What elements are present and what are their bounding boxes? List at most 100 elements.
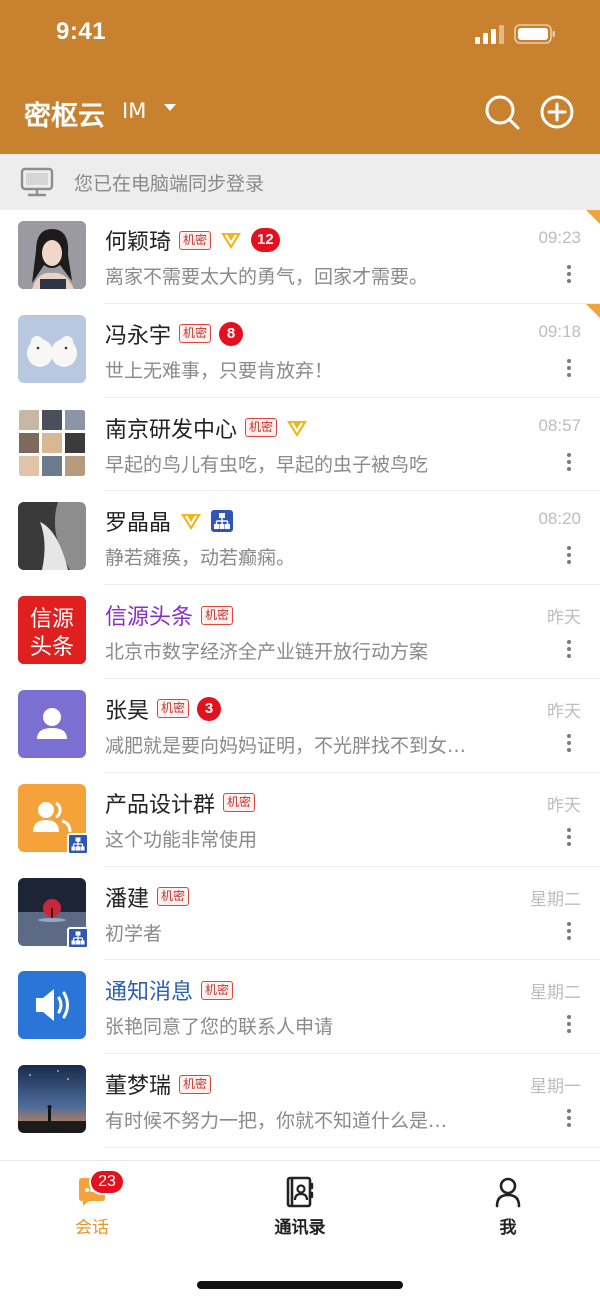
conversation-row[interactable]: 罗晶晶 静若瘫痪，动若癫痫。 08:20	[0, 491, 600, 586]
confidential-tag: 机密	[245, 418, 278, 438]
unread-total-badge: 23	[89, 1169, 125, 1195]
conversation-row[interactable]: 潘建 机密 初学者 星期二	[0, 866, 600, 961]
confidential-tag: 机密	[179, 324, 212, 344]
app-header: 9:41 密枢云 IM	[0, 0, 600, 154]
unread-badge: 8	[219, 321, 244, 346]
status-bar: 9:41	[0, 0, 600, 70]
conversation-row[interactable]: 冯永宇 机密 8 世上无难事，只要肯放弃！ 09:18	[0, 303, 600, 398]
more-options-icon[interactable]	[566, 733, 572, 754]
contacts-icon	[286, 1176, 314, 1208]
conversation-row[interactable]: 产品设计群 机密 这个功能非常使用 昨天	[0, 772, 600, 867]
conversation-row[interactable]: 信源 头条 信源头条 机密 北京市数字经济全产业链开放行动方案 昨天	[0, 585, 600, 679]
app-mode-label[interactable]: IM	[122, 99, 146, 123]
confidential-tag: 机密	[179, 1074, 212, 1094]
tab-contacts[interactable]: 通讯录	[240, 1175, 360, 1245]
app-title: 密枢云	[24, 101, 105, 132]
channel-name: 信源头条	[105, 605, 194, 631]
search-icon[interactable]	[482, 92, 522, 132]
xinyuan-logo: 信源 头条	[18, 596, 86, 665]
org-structure-icon	[67, 832, 89, 855]
message-time: 08:20	[538, 509, 581, 529]
group-name: 南京研发中心	[105, 417, 238, 443]
contact-name: 董梦瑞	[105, 1074, 172, 1100]
confidential-tag: 机密	[179, 230, 212, 250]
org-structure-icon	[67, 926, 89, 949]
message-time: 昨天	[547, 795, 581, 815]
message-preview: 减肥就是要向妈妈证明，不光胖找不到女…	[105, 734, 467, 757]
person-icon	[495, 1177, 521, 1208]
message-preview: 北京市数字经济全产业链开放行动方案	[105, 641, 429, 664]
cellular-signal-icon	[475, 25, 504, 44]
tab-chat-label: 会话	[75, 1218, 109, 1238]
contact-name: 何颖琦	[105, 230, 172, 255]
title-row: 密枢云 IM	[0, 80, 600, 144]
confidential-tag: 机密	[223, 793, 256, 813]
conversation-row[interactable]: 通知消息 机密 张艳同意了您的联系人申请 星期二	[0, 960, 600, 1055]
confidential-tag: 机密	[201, 605, 234, 625]
message-preview: 早起的鸟儿有虫吃，早起的虫子被鸟吃	[105, 453, 429, 476]
message-time: 昨天	[547, 701, 581, 721]
tab-me[interactable]: 我	[448, 1175, 568, 1245]
unread-badge: 3	[197, 696, 222, 721]
conversation-row[interactable]: 董梦瑞 机密 有时候不努力一把，你就不知道什么是… 星期一	[0, 1054, 600, 1148]
message-time: 09:18	[538, 321, 581, 341]
message-preview: 张艳同意了您的联系人申请	[105, 1016, 334, 1039]
more-options-icon[interactable]	[566, 1015, 572, 1035]
more-options-icon[interactable]	[566, 827, 572, 848]
avatar	[18, 314, 86, 383]
more-options-icon[interactable]	[566, 265, 572, 285]
contact-name: 冯永宇	[105, 323, 172, 349]
message-preview: 有时候不努力一把，你就不知道什么是…	[105, 1110, 448, 1133]
more-options-icon[interactable]	[566, 1109, 572, 1129]
contact-name: 罗晶晶	[105, 511, 172, 537]
message-time: 星期二	[530, 983, 581, 1003]
tab-contacts-label: 通讯录	[274, 1218, 326, 1238]
tab-me-label: 我	[499, 1218, 517, 1238]
message-preview: 世上无难事，只要肯放弃！	[105, 359, 334, 382]
chevron-down-icon[interactable]	[164, 104, 176, 111]
pinned-indicator	[586, 210, 600, 224]
message-time: 星期一	[530, 1077, 581, 1097]
conversation-row[interactable]: 张昊 机密 3 减肥就是要向妈妈证明，不光胖找不到女… 昨天	[0, 678, 600, 773]
message-time: 星期二	[530, 889, 581, 909]
more-options-icon[interactable]	[566, 640, 572, 660]
confidential-tag: 机密	[157, 699, 190, 719]
more-options-icon[interactable]	[566, 358, 572, 379]
group-avatar	[18, 408, 86, 477]
message-preview: 离家不需要太大的勇气，回家才需要。	[105, 266, 429, 288]
group-name: 产品设计群	[105, 792, 216, 818]
message-preview: 静若瘫痪，动若癫痫。	[105, 547, 296, 570]
battery-icon	[514, 24, 555, 44]
more-options-icon[interactable]	[566, 546, 572, 566]
bottom-tab-bar: 会话 23 通讯录 我	[0, 1160, 600, 1299]
tab-chat[interactable]: 会话 23	[32, 1169, 152, 1245]
more-options-icon[interactable]	[566, 452, 572, 473]
confidential-tag: 机密	[201, 980, 234, 1000]
avatar	[18, 1065, 86, 1134]
vip-icon	[219, 229, 243, 251]
status-time: 9:41	[56, 18, 107, 45]
desktop-icon	[20, 167, 54, 197]
add-circle-icon[interactable]	[537, 92, 577, 132]
confidential-tag: 机密	[157, 887, 190, 907]
vip-icon	[285, 417, 309, 439]
avatar	[18, 221, 86, 289]
message-preview: 初学者	[105, 922, 163, 945]
svg-text:信源: 信源	[30, 607, 74, 632]
conversation-row[interactable]: 何颖琦 机密 12 离家不需要太大的勇气，回家才需要。 09:23	[0, 210, 600, 304]
default-user-avatar	[18, 689, 86, 758]
unread-badge: 12	[251, 228, 280, 252]
more-options-icon[interactable]	[566, 921, 572, 942]
home-indicator	[197, 1281, 403, 1289]
org-structure-icon	[211, 510, 234, 533]
message-time: 09:23	[538, 228, 581, 247]
message-preview: 这个功能非常使用	[105, 828, 258, 851]
conversation-row[interactable]: 南京研发中心 机密 早起的鸟儿有虫吃，早起的虫子被鸟吃 08:57	[0, 397, 600, 492]
message-time: 昨天	[547, 608, 581, 628]
pinned-indicator	[586, 303, 600, 318]
contact-name: 潘建	[105, 886, 150, 912]
desktop-sync-banner[interactable]: 您已在电脑端同步登录	[0, 154, 600, 210]
svg-text:头条: 头条	[30, 635, 74, 660]
vip-icon	[179, 510, 203, 532]
avatar	[18, 502, 86, 571]
